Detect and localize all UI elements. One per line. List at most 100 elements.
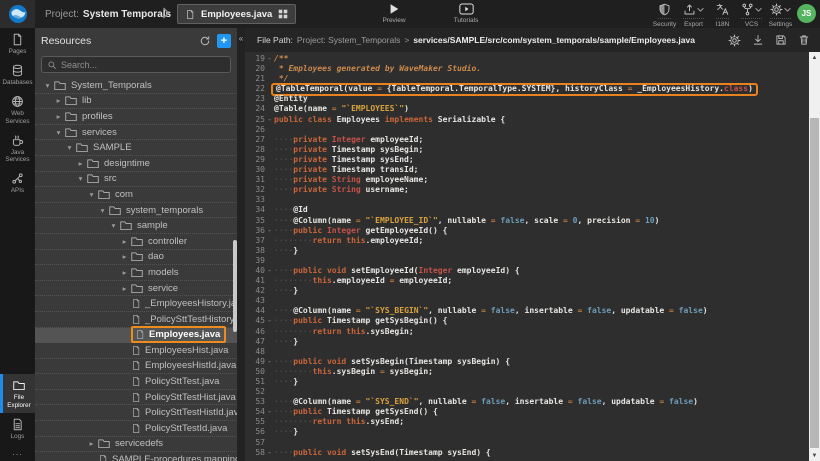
- tree-expand-arrow-icon[interactable]: ▾: [42, 81, 53, 90]
- code-line[interactable]: 31····private String employeeName;: [245, 175, 809, 185]
- sidebar-item-java-services[interactable]: Java Services: [0, 129, 35, 167]
- scroll-down-arrow-icon[interactable]: ▼: [809, 450, 820, 461]
- sidebar-item-file-explorer[interactable]: File Explorer: [0, 374, 35, 412]
- code-line[interactable]: 35····@Column(name = "`EMPLOYEE_ID`", nu…: [245, 216, 809, 226]
- code-line[interactable]: 39: [245, 256, 809, 266]
- code-line[interactable]: 19-/**: [245, 54, 809, 64]
- topbar-i18n-button[interactable]: I18N: [708, 3, 737, 28]
- tree-expand-arrow-icon[interactable]: ▾: [64, 143, 75, 152]
- tree-collapse-arrow-icon[interactable]: ▸: [119, 237, 130, 246]
- topbar-security-button[interactable]: Security: [650, 3, 679, 28]
- tree-expand-arrow-icon[interactable]: ▾: [53, 128, 64, 137]
- tree-row[interactable]: _PolicySttTestHistory.java: [35, 312, 237, 328]
- code-line[interactable]: 37········return this.employeeId;: [245, 236, 809, 246]
- code-line[interactable]: 54-····public Timestamp getSysEnd() {: [245, 407, 809, 417]
- sidebar-item-apis[interactable]: APIs: [0, 167, 35, 198]
- caret-down-icon[interactable]: [697, 7, 704, 13]
- tree-collapse-arrow-icon[interactable]: ▸: [119, 284, 130, 293]
- tree-row-active[interactable]: Employees.java: [35, 328, 237, 344]
- code-line[interactable]: 43: [245, 296, 809, 306]
- tree-row[interactable]: ▾SAMPLE: [35, 140, 237, 156]
- code-line[interactable]: 42····}: [245, 286, 809, 296]
- code-line[interactable]: 33: [245, 195, 809, 205]
- code-line[interactable]: 56····}: [245, 427, 809, 437]
- tree-row[interactable]: PolicySttTestHistId.java: [35, 405, 237, 421]
- fold-marker[interactable]: -: [265, 115, 274, 125]
- code-line[interactable]: 55········return this.sysEnd;: [245, 417, 809, 427]
- code-line[interactable]: 22@TableTemporal(value = {TableTemporal.…: [245, 84, 809, 94]
- sidebar-item-pages[interactable]: Pages: [0, 28, 35, 59]
- sidebar-item-databases[interactable]: Databases: [0, 59, 35, 90]
- open-file-tab[interactable]: Employees.java: [177, 4, 296, 24]
- code-line[interactable]: 26: [245, 125, 809, 135]
- code-editor[interactable]: 19-/**20 * Employees generated by WaveMa…: [245, 52, 809, 461]
- fold-marker[interactable]: -: [265, 266, 274, 276]
- tree-row[interactable]: ▸lib: [35, 94, 237, 110]
- tree-row[interactable]: ▾sample: [35, 218, 237, 234]
- topbar-export-button[interactable]: Export: [679, 3, 708, 28]
- add-resource-button[interactable]: +: [217, 34, 231, 48]
- collapse-panel-icon[interactable]: «: [237, 34, 245, 43]
- fold-marker[interactable]: -: [265, 357, 274, 367]
- tree-row[interactable]: ▸controller: [35, 234, 237, 250]
- tree-scrollbar-thumb[interactable]: [233, 240, 237, 332]
- code-line[interactable]: 52: [245, 387, 809, 397]
- code-line[interactable]: 49-····public void setSysBegin(Timestamp…: [245, 357, 809, 367]
- fold-marker[interactable]: -: [265, 316, 274, 326]
- tree-collapse-arrow-icon[interactable]: ▸: [53, 112, 64, 121]
- tree-row[interactable]: ▸designtime: [35, 156, 237, 172]
- app-logo[interactable]: [0, 0, 35, 28]
- scroll-up-arrow-icon[interactable]: ▲: [809, 52, 820, 63]
- code-line[interactable]: 32····private String username;: [245, 185, 809, 195]
- tree-row[interactable]: ▸servicedefs: [35, 437, 237, 453]
- code-line[interactable]: 57: [245, 438, 809, 448]
- code-line[interactable]: 24@Table(name = "`EMPLOYEES`"): [245, 104, 809, 114]
- search-input[interactable]: [61, 60, 225, 70]
- topbar-settings-button[interactable]: Settings: [766, 3, 795, 28]
- code-line[interactable]: 30····private Timestamp transId;: [245, 165, 809, 175]
- caret-down-icon[interactable]: [755, 7, 762, 13]
- tree-expand-arrow-icon[interactable]: ▾: [97, 206, 108, 215]
- code-line[interactable]: 23@Entity: [245, 94, 809, 104]
- resources-search[interactable]: [41, 56, 231, 73]
- editor-settings-gear-icon[interactable]: [728, 34, 741, 47]
- download-file-icon[interactable]: [752, 34, 764, 46]
- tree-row[interactable]: ▾System_Temporals: [35, 78, 237, 94]
- code-line[interactable]: 58-····public void setSysEnd(Timestamp s…: [245, 448, 809, 458]
- save-file-icon[interactable]: [775, 34, 787, 46]
- code-line[interactable]: 38····}: [245, 246, 809, 256]
- code-line[interactable]: 36-····public Integer getEmployeeId() {: [245, 226, 809, 236]
- fold-marker[interactable]: -: [265, 226, 274, 236]
- tree-collapse-arrow-icon[interactable]: ▸: [119, 252, 130, 261]
- tree-collapse-arrow-icon[interactable]: ▸: [75, 159, 86, 168]
- code-line[interactable]: 53····@Column(name = "`SYS_END`", nullab…: [245, 397, 809, 407]
- tree-row[interactable]: PolicySttTestHist.java: [35, 390, 237, 406]
- tree-row[interactable]: ▾com: [35, 187, 237, 203]
- avatar[interactable]: JS: [797, 4, 816, 23]
- tree-collapse-arrow-icon[interactable]: ▸: [119, 268, 130, 277]
- code-line[interactable]: 40-····public void setEmployeeId(Integer…: [245, 266, 809, 276]
- topbar-preview-button[interactable]: Preview: [372, 3, 416, 24]
- code-line[interactable]: 50········this.sysBegin = sysBegin;: [245, 367, 809, 377]
- tree-expand-arrow-icon[interactable]: ▾: [108, 221, 119, 230]
- tree-row[interactable]: ▸models: [35, 265, 237, 281]
- sidebar-item-logs[interactable]: Logs: [0, 413, 35, 444]
- caret-down-icon[interactable]: [784, 7, 791, 13]
- delete-file-icon[interactable]: [798, 34, 810, 46]
- code-line[interactable]: 29····private Timestamp sysEnd;: [245, 155, 809, 165]
- tree-row[interactable]: EmployeesHistId.java: [35, 359, 237, 375]
- code-line[interactable]: 47····}: [245, 337, 809, 347]
- tree-row[interactable]: ▾system_temporals: [35, 203, 237, 219]
- fold-marker[interactable]: -: [265, 448, 274, 458]
- fold-marker[interactable]: -: [265, 54, 274, 64]
- code-line[interactable]: 28····private Timestamp sysBegin;: [245, 145, 809, 155]
- tree-row[interactable]: ▸dao: [35, 250, 237, 266]
- topbar-vcs-button[interactable]: VCS: [737, 3, 766, 28]
- project-breadcrumb[interactable]: Project: System Temporals: [45, 0, 171, 28]
- grid-icon[interactable]: [278, 9, 288, 19]
- code-line[interactable]: 46········return this.sysBegin;: [245, 327, 809, 337]
- code-line[interactable]: 48: [245, 347, 809, 357]
- tree-expand-arrow-icon[interactable]: ▾: [86, 190, 97, 199]
- tree-collapse-arrow-icon[interactable]: ▸: [53, 96, 64, 105]
- code-line[interactable]: 25-public class Employees implements Ser…: [245, 115, 809, 125]
